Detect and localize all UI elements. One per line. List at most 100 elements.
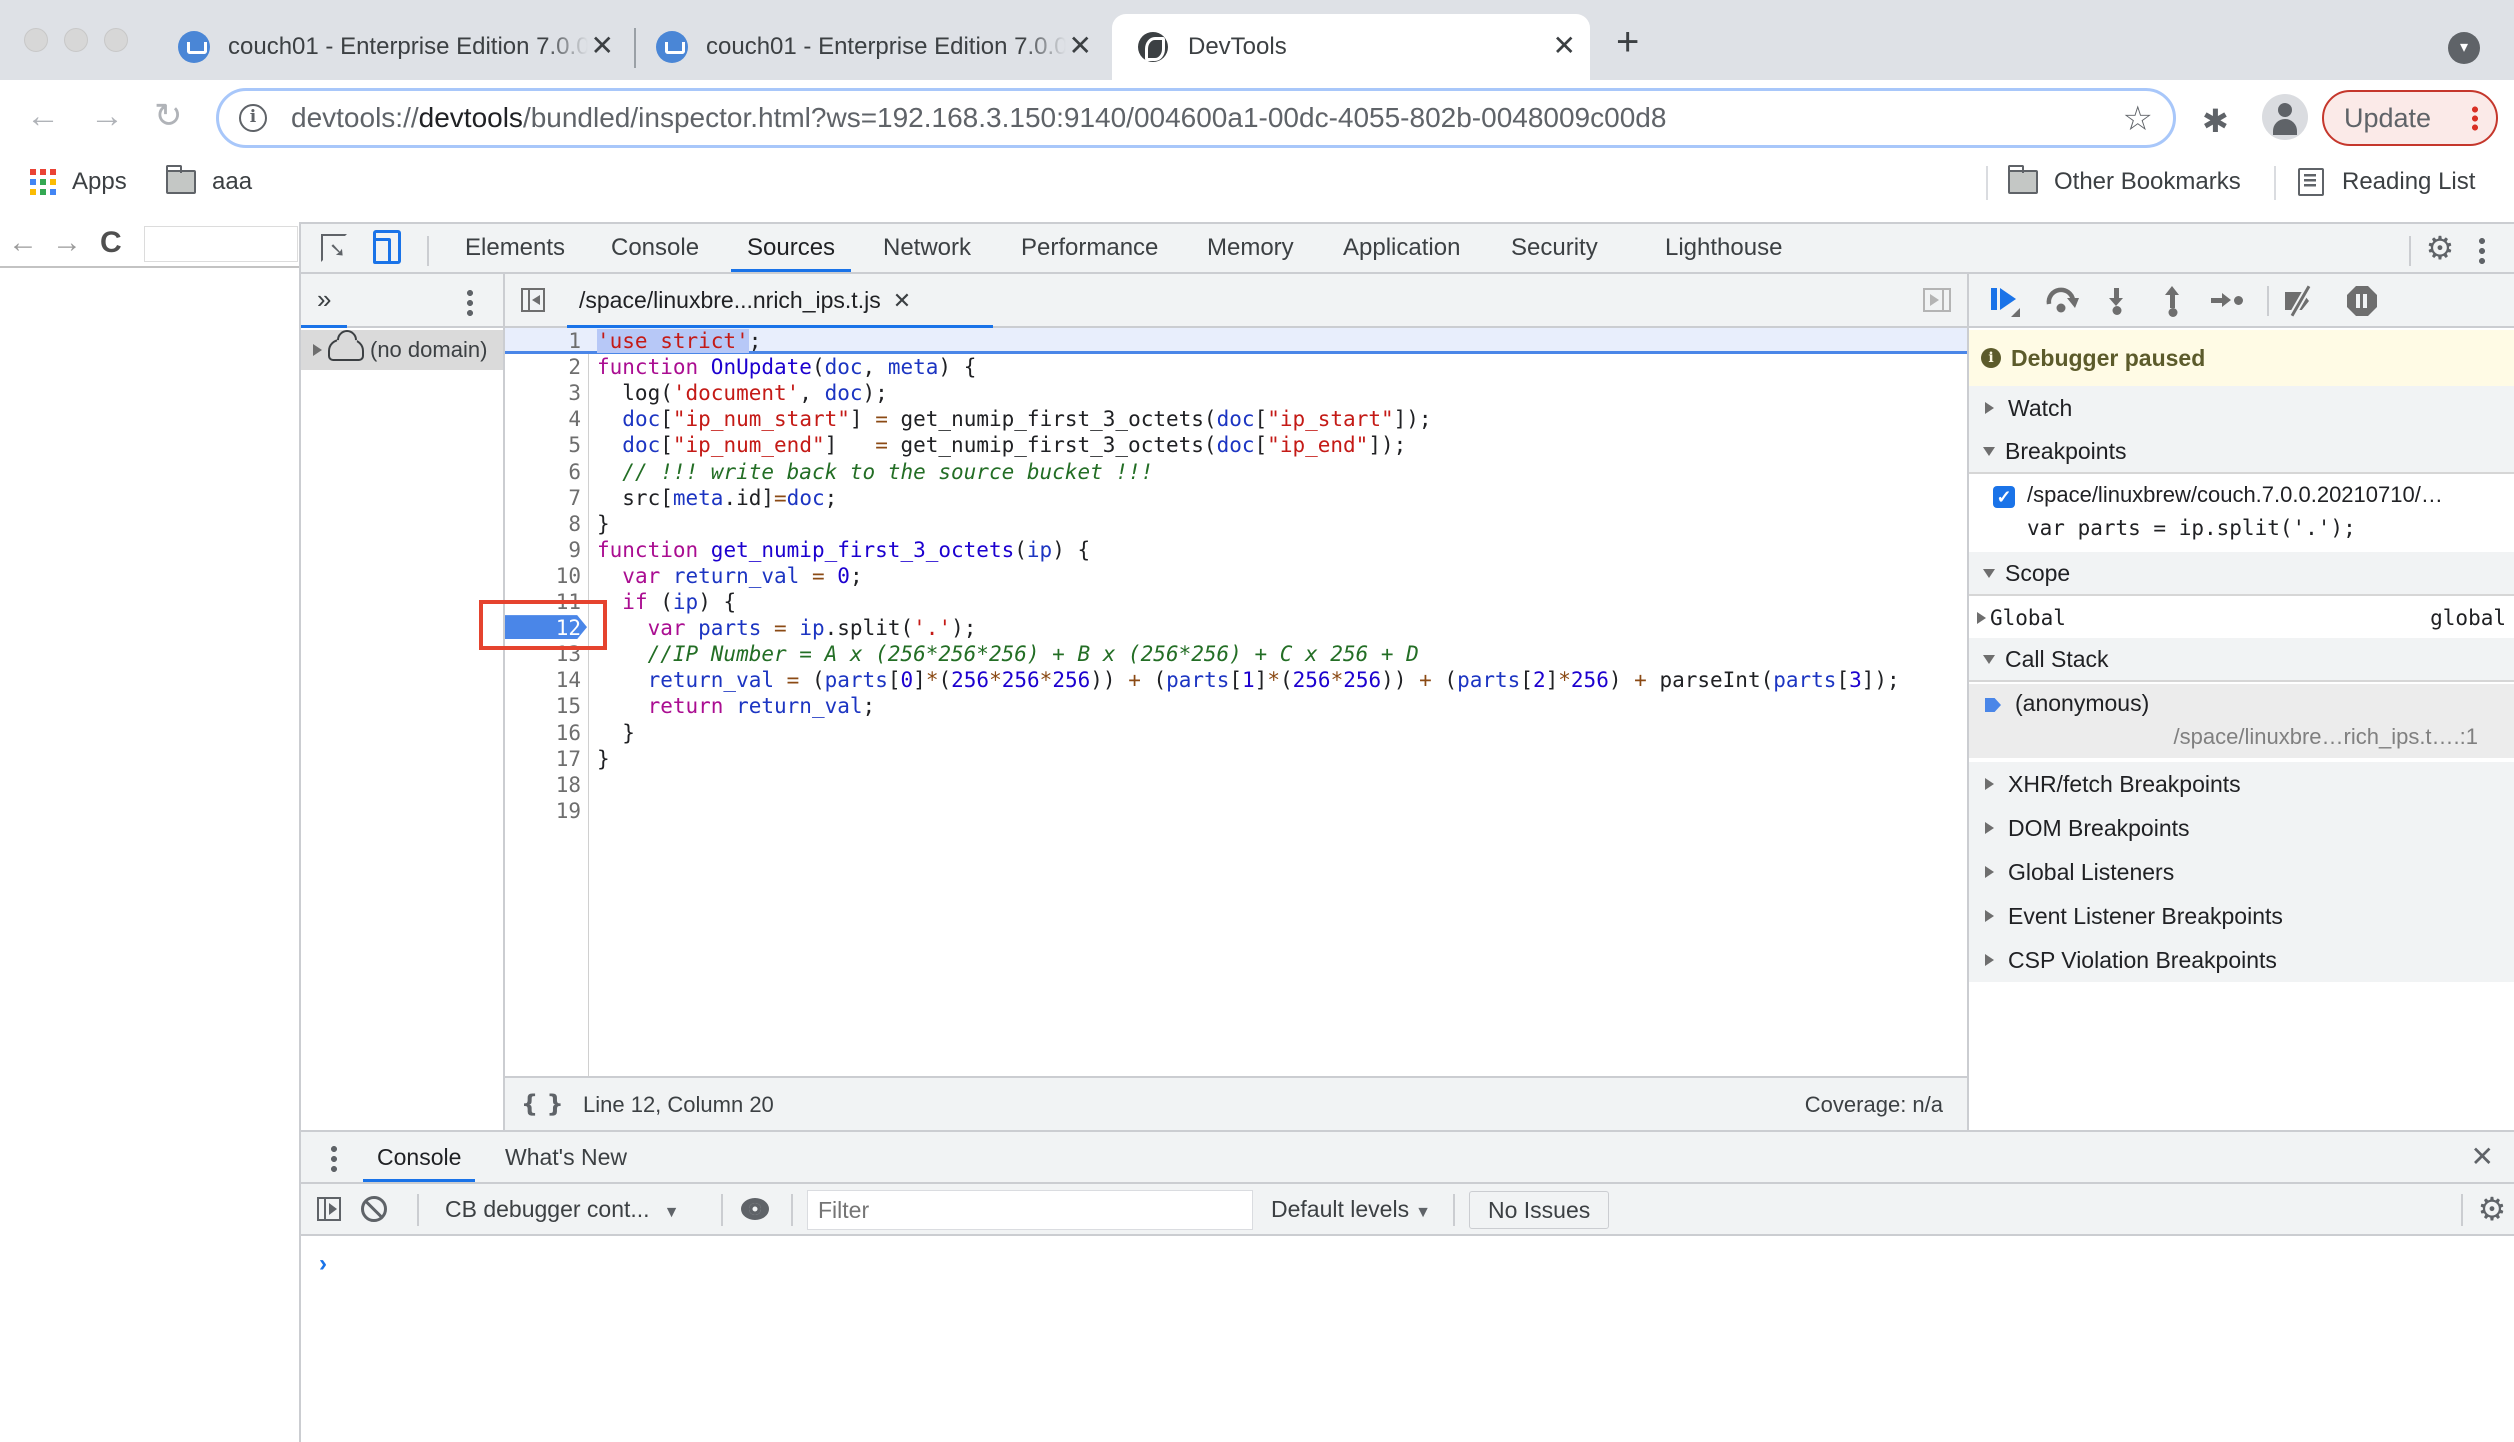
bookmark-folder-aaa[interactable]: aaa [165,164,252,200]
code-line[interactable]: 16 } [505,720,1967,746]
close-tab-icon[interactable]: ✕ [1553,32,1576,60]
clear-console-icon[interactable] [361,1196,387,1222]
code-area[interactable]: 1'use strict'; 2 function OnUpdate(doc, me… [505,328,1967,1076]
devtools-menu-kebab-icon[interactable] [2479,236,2485,264]
line-number[interactable]: 19 [505,798,581,824]
address-bar[interactable]: i devtools://devtools/bundled/inspector.… [216,88,2176,148]
window-minimize-button[interactable] [64,28,88,52]
code-line[interactable]: 15 return return_val; [505,693,1967,719]
tab-performance[interactable]: Performance [1019,224,1160,272]
window-zoom-button[interactable] [104,28,128,52]
line-number[interactable]: 2 [505,354,581,380]
line-number[interactable]: 15 [505,693,581,719]
line-number[interactable]: 10 [505,563,581,589]
line-number[interactable]: 7 [505,485,581,511]
live-expression-eye-icon[interactable] [741,1198,769,1220]
issues-button[interactable]: No Issues [1469,1191,1610,1229]
page-forward-icon[interactable]: → [52,228,82,258]
section-global-listeners[interactable]: Global Listeners [1969,850,2514,894]
tab-elements[interactable]: Elements [463,224,567,272]
line-number[interactable]: 6 [505,459,581,485]
step-into-icon[interactable] [2103,286,2133,316]
tab-memory[interactable]: Memory [1205,224,1296,272]
line-number[interactable]: 17 [505,746,581,772]
code-line[interactable]: 6 // !!! write back to the source bucket… [505,459,1967,485]
step-over-icon[interactable] [2045,286,2079,316]
code-line[interactable]: 4 doc["ip_num_start"] = get_numip_first_… [505,406,1967,432]
drawer-tab-whats-new[interactable]: What's New [505,1132,627,1182]
browser-tab-couch01-2[interactable]: couch01 - Enterprise Edition 7.0.0 ✕ [656,14,1106,80]
line-number[interactable]: 1 [505,328,581,354]
section-watch[interactable]: Watch [1969,386,2514,430]
code-line[interactable]: 9 function get_numip_first_3_octets(ip) { [505,537,1967,563]
file-tab[interactable]: /space/linuxbre...nrich_ips.t.js ✕ [579,274,911,326]
window-close-button[interactable] [24,28,48,52]
console-sidebar-toggle-icon[interactable] [317,1197,341,1221]
url-text[interactable]: devtools://devtools/bundled/inspector.ht… [291,102,1666,134]
section-xhr-breakpoints[interactable]: XHR/fetch Breakpoints [1969,762,2514,806]
new-tab-button[interactable]: + [1616,22,1639,62]
line-number[interactable]: 3 [505,380,581,406]
section-event-listener-breakpoints[interactable]: Event Listener Breakpoints [1969,894,2514,938]
close-tab-icon[interactable]: ✕ [591,32,614,60]
bookmark-star-icon[interactable]: ☆ [2123,99,2153,139]
scope-row-global[interactable]: Global global [1969,598,2514,638]
page-back-icon[interactable]: ← [8,228,38,258]
forward-button[interactable]: → [90,96,124,136]
toggle-navigator-icon[interactable] [521,288,545,312]
page-url-input[interactable] [144,226,298,262]
tab-console[interactable]: Console [609,224,701,272]
code-line[interactable]: 14 return_val = (parts[0]*(256*256*256))… [505,667,1967,693]
section-breakpoints[interactable]: Breakpoints [1969,430,2514,474]
step-icon[interactable] [2211,286,2243,316]
drawer-menu-kebab-icon[interactable] [331,1144,337,1172]
code-line[interactable]: 19 [505,798,1967,824]
breakpoint-checkbox[interactable]: ✓ [1993,486,2015,508]
code-line[interactable]: 12 var parts = ip.split('.'); [505,615,1967,641]
pause-on-exceptions-icon[interactable] [2347,286,2377,316]
code-line[interactable]: 18 [505,772,1967,798]
console-filter-input[interactable] [807,1190,1253,1230]
code-line[interactable]: 7 src[meta.id]=doc; [505,485,1967,511]
console-settings-gear-icon[interactable]: ⚙ [2477,1193,2507,1225]
code-line[interactable]: 5 doc["ip_num_end"] = get_numip_first_3_… [505,432,1967,458]
execution-context-select[interactable]: CB debugger cont... ▼ [445,1196,679,1223]
line-number[interactable]: 14 [505,667,581,693]
call-frame-location[interactable]: /space/linuxbre…rich_ips.t….:1 [2174,724,2478,750]
code-line[interactable]: 10 var return_val = 0; [505,563,1967,589]
menu-kebab-icon[interactable] [2472,105,2478,131]
deactivate-breakpoints-icon[interactable] [2285,286,2321,316]
browser-tab-couch01-1[interactable]: couch01 - Enterprise Edition 7.0.0 ✕ [178,14,628,80]
breakpoint-item[interactable]: ✓ /space/linuxbrew/couch.7.0.0.20210710/… [1969,476,2514,552]
page-reload-icon[interactable]: C [100,228,122,258]
resume-icon[interactable] [1989,286,2020,317]
code-line[interactable]: 1 'use strict'; [505,328,1967,354]
browser-tab-devtools[interactable]: DevTools ✕ [1112,14,1590,80]
update-button[interactable]: Update [2322,90,2498,146]
more-tabs-chevron-icon[interactable]: » [317,284,331,315]
profile-avatar[interactable] [2262,94,2308,140]
inspect-element-icon[interactable] [321,234,347,262]
reading-list[interactable]: Reading List [2298,164,2475,200]
line-number[interactable]: 8 [505,511,581,537]
navigator-menu-kebab-icon[interactable] [467,288,473,316]
expand-arrow-icon[interactable] [313,344,322,356]
call-frame[interactable]: (anonymous) /space/linuxbre…rich_ips.t….… [1969,684,2514,758]
reload-button[interactable]: ↻ [154,96,183,136]
console-output[interactable]: › [301,1236,2514,1442]
line-number[interactable]: 5 [505,432,581,458]
tree-item-no-domain[interactable]: (no domain) [301,330,503,370]
bookmark-apps[interactable]: Apps [30,164,127,200]
section-scope[interactable]: Scope [1969,552,2514,596]
code-line[interactable]: 2 function OnUpdate(doc, meta) { [505,354,1967,380]
tab-security[interactable]: Security [1509,224,1600,272]
device-toolbar-icon[interactable] [373,230,401,264]
step-out-icon[interactable] [2159,286,2189,316]
code-line[interactable]: 17} [505,746,1967,772]
toggle-debugger-icon[interactable] [1923,288,1951,312]
other-bookmarks[interactable]: Other Bookmarks [2007,164,2241,200]
settings-gear-icon[interactable]: ⚙ [2425,232,2455,264]
back-button[interactable]: ← [26,96,60,136]
line-number[interactable]: 4 [505,406,581,432]
close-file-icon[interactable]: ✕ [893,288,911,313]
